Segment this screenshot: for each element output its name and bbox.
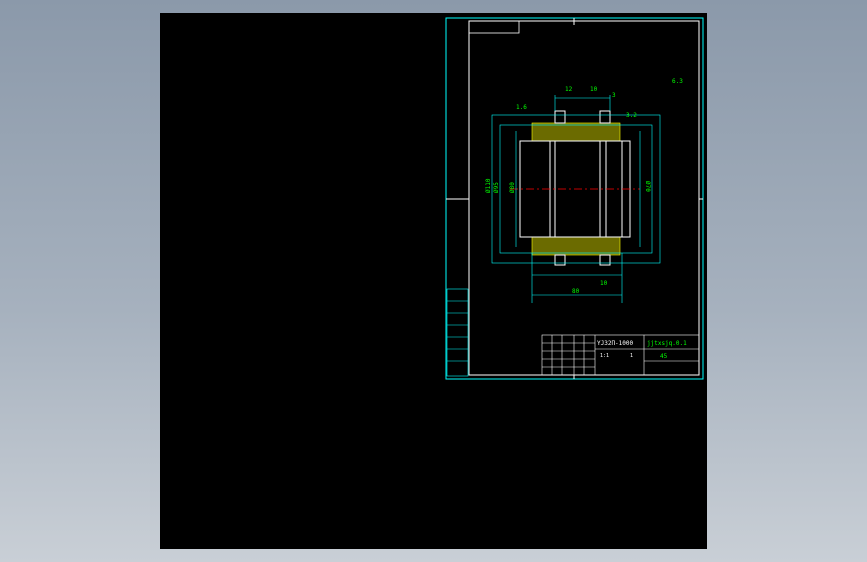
code-box (468, 20, 520, 34)
dim-outer-right: Ø70 (644, 181, 651, 192)
dim-inner-left: Ø80 (509, 182, 516, 193)
dim-keyway: 12 (565, 86, 573, 93)
model-space-viewport[interactable]: Ø110 Ø95 Ø80 Ø70 80 10 12 10 3 6.3 1.6 3… (160, 13, 707, 549)
roughness-default: 6.3 (672, 78, 683, 85)
dim-width-a: 10 (590, 86, 598, 93)
cad-drawing[interactable]: Ø110 Ø95 Ø80 Ø70 80 10 12 10 3 6.3 1.6 3… (160, 13, 707, 549)
roughness-side: 3.2 (626, 112, 637, 119)
side-table (446, 288, 469, 377)
dim-length: 80 (572, 288, 580, 295)
title-part-name: YJ32Π-1000 (597, 340, 634, 347)
sheet-border (445, 17, 704, 380)
title-material: 45 (660, 353, 668, 360)
dim-bore: Ø110 (485, 178, 492, 193)
drawing-frame (468, 20, 700, 376)
roughness-top: 1.6 (516, 104, 527, 111)
dim-shoulder: 10 (600, 280, 608, 287)
dim-outer-left: Ø95 (493, 182, 500, 193)
title-sheet: 1 (630, 353, 633, 359)
dim-width-b: 3 (612, 92, 616, 99)
title-drawing-no: jjtxsjq.0.1 (647, 340, 687, 347)
part-section (510, 110, 640, 266)
title-scale: 1:1 (600, 353, 609, 359)
